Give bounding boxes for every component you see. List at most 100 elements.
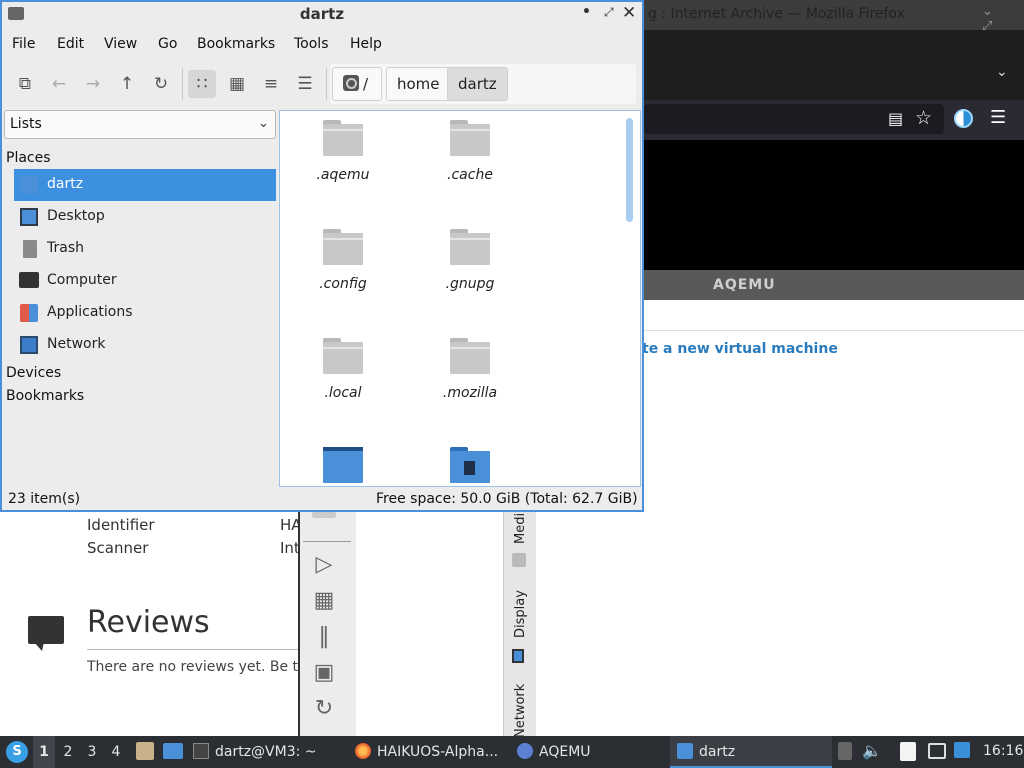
back-icon[interactable]: ← [45, 70, 73, 98]
file-item-folder[interactable]: .gnupg [425, 221, 515, 321]
update-notifier-icon[interactable] [954, 742, 970, 758]
file-name: .aqemu [316, 167, 370, 183]
chevron-down-icon: ⌄ [258, 116, 269, 131]
sidebar-item-trash[interactable]: Trash [14, 233, 276, 265]
tray-scroll-icon[interactable] [838, 742, 852, 760]
file-item-folder[interactable] [425, 439, 515, 483]
desktop-icon [20, 208, 38, 226]
documents-folder-icon [450, 447, 490, 483]
menu-bookmarks[interactable]: Bookmarks [197, 36, 275, 52]
sidebar-item-label: Network [47, 336, 106, 352]
places-header[interactable]: Places [6, 150, 51, 166]
file-item-folder[interactable]: .local [298, 330, 388, 430]
aqemu-vm-list [356, 510, 504, 736]
dark-reader-extension-icon[interactable] [954, 109, 973, 128]
comment-icon [28, 616, 64, 644]
up-icon[interactable]: ↑ [113, 70, 141, 98]
icon-view-icon[interactable]: ∷ [188, 70, 216, 98]
task-file-manager[interactable]: dartz [670, 736, 832, 768]
menu-view[interactable]: View [104, 36, 137, 52]
file-item-folder[interactable]: .mozilla [425, 330, 515, 430]
toolbar-separator [326, 68, 327, 100]
clipboard-icon[interactable] [900, 742, 916, 761]
task-aqemu[interactable]: AQEMU [517, 736, 591, 768]
show-desktop-icon[interactable] [163, 743, 183, 759]
folder-icon [450, 120, 490, 156]
breadcrumb-dartz[interactable]: dartz [447, 67, 508, 101]
file-name: .gnupg [445, 276, 495, 292]
maximize-icon[interactable]: ⤢ [604, 5, 614, 20]
bookmark-star-icon[interactable]: ☆ [915, 107, 932, 129]
play-icon[interactable]: ▷ [312, 553, 336, 577]
file-item-folder[interactable]: .cache [425, 112, 515, 212]
start-menu-button[interactable]: S [6, 741, 28, 763]
side-pane-mode-value: Lists [10, 116, 42, 132]
reload-icon[interactable]: ↻ [147, 70, 175, 98]
file-name: .config [319, 276, 367, 292]
reset-icon[interactable]: ↻ [312, 697, 336, 721]
clock[interactable]: 16:16 [983, 743, 1023, 759]
folder-icon [677, 742, 693, 759]
sidebar-item-desktop[interactable]: Desktop [14, 201, 276, 233]
devices-header[interactable]: Devices [6, 365, 61, 381]
metadata-label: Scanner [87, 539, 149, 557]
file-name: .cache [447, 167, 493, 183]
close-icon[interactable]: ✕ [622, 3, 636, 23]
metadata-value: Int [280, 539, 300, 557]
task-label: HAIKUOS-Alpha... [377, 744, 499, 760]
sidebar-item-label: Applications [47, 304, 133, 320]
workspace-3[interactable]: 3 [81, 736, 103, 768]
file-item-folder[interactable]: .aqemu [298, 112, 388, 212]
menu-help[interactable]: Help [350, 36, 382, 52]
file-manager-launcher-icon[interactable] [136, 742, 154, 760]
folder-icon [323, 120, 363, 156]
divider [87, 649, 299, 650]
applications-icon [20, 304, 38, 322]
tab-network[interactable]: Network [504, 676, 536, 738]
scrollbar-thumb[interactable] [626, 118, 633, 222]
sidebar-item-dartz[interactable]: dartz [14, 169, 276, 201]
comment-icon-tail [34, 642, 44, 651]
folder-icon [450, 229, 490, 265]
reviews-heading: Reviews [87, 605, 210, 640]
reader-view-icon[interactable]: ▤ [888, 109, 903, 128]
thumbnail-view-icon[interactable]: ▦ [223, 70, 251, 98]
new-tab-icon[interactable]: ⧉ [11, 70, 39, 98]
volume-icon[interactable]: 🔈 [862, 741, 882, 760]
detailed-list-view-icon[interactable]: ☰ [291, 70, 319, 98]
drive-icon [343, 75, 359, 91]
toolbar-separator [182, 68, 183, 100]
compact-view-icon[interactable]: ≡ [257, 70, 285, 98]
bookmarks-header[interactable]: Bookmarks [6, 388, 84, 404]
create-vm-link[interactable]: te a new virtual machine [642, 341, 838, 357]
network-status-icon[interactable] [928, 743, 946, 759]
workspace-1[interactable]: 1 [33, 736, 55, 768]
side-pane-mode-select[interactable] [4, 110, 276, 139]
aqemu-main-panel [536, 510, 1024, 736]
menu-edit[interactable]: Edit [57, 36, 84, 52]
file-item-folder[interactable]: .config [298, 221, 388, 321]
file-item-folder[interactable] [298, 439, 388, 483]
save-icon[interactable]: ▦ [312, 589, 336, 613]
menu-file[interactable]: File [12, 36, 35, 52]
menu-tools[interactable]: Tools [294, 36, 329, 52]
menu-go[interactable]: Go [158, 36, 177, 52]
hamburger-menu-icon[interactable]: ☰ [990, 107, 1006, 128]
firefox-window-title: g : Internet Archive — Mozilla Firefox [648, 6, 905, 22]
task-terminal[interactable]: dartz@VM3: ~ [193, 736, 317, 768]
stop-icon[interactable]: ▣ [312, 661, 336, 685]
sidebar-item-computer[interactable]: Computer [14, 265, 276, 297]
sidebar-item-network[interactable]: Network [14, 329, 276, 361]
workspace-2[interactable]: 2 [57, 736, 79, 768]
minimize-icon[interactable]: • [582, 4, 591, 20]
forward-icon[interactable]: → [79, 70, 107, 98]
workspace-4[interactable]: 4 [105, 736, 127, 768]
pause-icon[interactable]: ‖ [312, 625, 336, 649]
sidebar-item-applications[interactable]: Applications [14, 297, 276, 329]
list-all-tabs-icon[interactable]: ⌄ [996, 64, 1008, 80]
task-firefox[interactable]: HAIKUOS-Alpha... [355, 736, 498, 768]
folder-icon [323, 229, 363, 265]
sidebar-item-label: dartz [47, 176, 84, 192]
breadcrumb-home[interactable]: home [386, 67, 451, 101]
task-label: AQEMU [539, 744, 591, 760]
